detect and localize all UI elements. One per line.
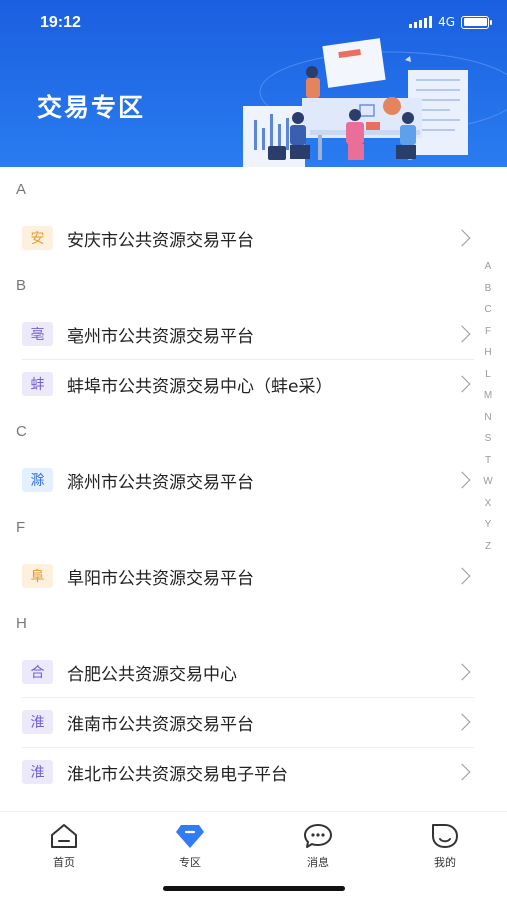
network-label: 4G bbox=[438, 15, 455, 29]
section-header-b: B bbox=[0, 263, 507, 309]
user-face-icon bbox=[432, 824, 458, 848]
item-label: 淮南市公共资源交易平台 bbox=[67, 714, 254, 735]
tab-zone[interactable]: 专区 bbox=[145, 822, 235, 870]
home-icon bbox=[51, 824, 77, 848]
item-badge: 亳 bbox=[22, 322, 53, 346]
chevron-right-icon bbox=[453, 763, 471, 781]
tab-label: 我的 bbox=[434, 856, 456, 869]
index-letter[interactable]: M bbox=[484, 385, 492, 407]
index-letter[interactable]: A bbox=[485, 256, 492, 278]
index-letter[interactable]: S bbox=[485, 428, 492, 450]
index-letter[interactable]: C bbox=[484, 299, 491, 321]
tab-mine[interactable]: 我的 bbox=[400, 822, 490, 870]
tab-home[interactable]: 首页 bbox=[19, 822, 109, 870]
item-label: 合肥公共资源交易中心 bbox=[67, 664, 237, 685]
signal-icon bbox=[409, 16, 433, 28]
status-bar-right: 4G bbox=[409, 15, 492, 29]
tab-messages[interactable]: 消息 bbox=[273, 822, 363, 870]
item-label: 阜阳市公共资源交易平台 bbox=[67, 568, 254, 589]
platform-list: A 安 安庆市公共资源交易平台 B 亳 亳州市公共资源交易平台 蚌 蚌埠市公共资… bbox=[0, 167, 507, 797]
list-item[interactable]: 淮 淮北市公共资源交易电子平台 bbox=[22, 747, 474, 797]
section-header-f: F bbox=[0, 505, 507, 551]
list-item[interactable]: 淮 淮南市公共资源交易平台 bbox=[22, 697, 474, 747]
item-label: 淮北市公共资源交易电子平台 bbox=[67, 764, 288, 785]
index-letter[interactable]: X bbox=[485, 493, 492, 515]
index-letter[interactable]: Z bbox=[485, 536, 491, 558]
index-letter[interactable]: F bbox=[485, 321, 491, 343]
chevron-right-icon bbox=[453, 713, 471, 731]
index-letter[interactable]: N bbox=[484, 407, 491, 429]
item-badge: 蚌 bbox=[22, 372, 53, 396]
alphabet-index[interactable]: A B C F H L M N S T W X Y Z bbox=[481, 256, 495, 557]
status-time: 19:12 bbox=[40, 14, 81, 31]
item-label: 亳州市公共资源交易平台 bbox=[67, 326, 254, 347]
item-badge: 阜 bbox=[22, 564, 53, 588]
tab-label: 消息 bbox=[307, 856, 329, 869]
section-header-h: H bbox=[0, 601, 507, 647]
index-letter[interactable]: L bbox=[485, 364, 491, 386]
item-label: 蚌埠市公共资源交易中心（蚌e采） bbox=[67, 376, 333, 397]
chevron-right-icon bbox=[453, 471, 471, 489]
index-letter[interactable]: T bbox=[485, 450, 491, 472]
meeting-illustration bbox=[243, 38, 507, 167]
item-badge: 合 bbox=[22, 660, 53, 684]
item-label: 安庆市公共资源交易平台 bbox=[67, 230, 254, 251]
chevron-right-icon bbox=[453, 375, 471, 393]
section-header-c: C bbox=[0, 409, 507, 455]
battery-icon bbox=[461, 15, 492, 29]
list-item[interactable]: 滁 滁州市公共资源交易平台 bbox=[22, 455, 474, 505]
chevron-right-icon bbox=[453, 229, 471, 247]
list-item[interactable]: 合 合肥公共资源交易中心 bbox=[22, 647, 474, 697]
item-label: 滁州市公共资源交易平台 bbox=[67, 472, 254, 493]
item-badge: 淮 bbox=[22, 710, 53, 734]
list-item[interactable]: 蚌 蚌埠市公共资源交易中心（蚌e采） bbox=[22, 359, 474, 409]
item-badge: 淮 bbox=[22, 760, 53, 784]
list-item[interactable]: 亳 亳州市公共资源交易平台 bbox=[22, 309, 474, 359]
chevron-right-icon bbox=[453, 663, 471, 681]
list-item[interactable]: 安 安庆市公共资源交易平台 bbox=[22, 213, 474, 263]
item-badge: 滁 bbox=[22, 468, 53, 492]
index-letter[interactable]: B bbox=[485, 278, 492, 300]
index-letter[interactable]: H bbox=[484, 342, 491, 364]
list-item[interactable]: 阜 阜阳市公共资源交易平台 bbox=[22, 551, 474, 601]
item-badge: 安 bbox=[22, 226, 53, 250]
chevron-right-icon bbox=[453, 567, 471, 585]
home-indicator bbox=[163, 886, 345, 891]
tab-label: 专区 bbox=[179, 856, 201, 869]
index-letter[interactable]: W bbox=[483, 471, 492, 493]
chevron-right-icon bbox=[453, 325, 471, 343]
diamond-icon bbox=[176, 825, 204, 848]
tab-label: 首页 bbox=[53, 856, 75, 869]
header-banner: 19:12 4G 交易专区 bbox=[0, 0, 507, 167]
index-letter[interactable]: Y bbox=[485, 514, 492, 536]
section-header-a: A bbox=[0, 167, 507, 213]
page-title: 交易专区 bbox=[37, 93, 146, 122]
chat-bubble-icon bbox=[304, 824, 332, 848]
